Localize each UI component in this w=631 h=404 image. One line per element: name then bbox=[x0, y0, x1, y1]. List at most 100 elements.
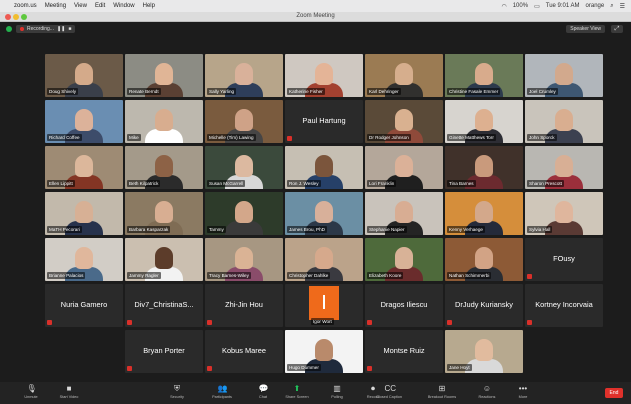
participant-tile[interactable]: Nathan Schimmerbi bbox=[445, 238, 523, 281]
participant-name: Kobus Maree bbox=[222, 346, 266, 355]
participant-name: Jane Hoyt bbox=[447, 364, 472, 371]
participant-face bbox=[75, 109, 93, 131]
participant-tile[interactable]: Div7_ChristinaS... bbox=[125, 284, 203, 327]
muted-microphone-icon bbox=[367, 366, 372, 371]
participants-icon: 👥 bbox=[217, 384, 228, 393]
participant-tile[interactable]: Igor Wort bbox=[285, 284, 363, 327]
participant-name: Montse Ruiz bbox=[383, 346, 425, 355]
participant-face bbox=[155, 201, 173, 223]
menu-item-view[interactable]: View bbox=[74, 3, 87, 9]
end-meeting-button[interactable]: End bbox=[605, 388, 623, 398]
participant-name: Nathan Schimmerbi bbox=[447, 272, 492, 279]
participant-tile[interactable]: Barbara Kasparzak bbox=[125, 192, 203, 235]
participant-tile[interactable]: FOusy bbox=[525, 238, 603, 281]
participant-tile[interactable]: Dr Rodger Johnson bbox=[365, 100, 443, 143]
participant-tile[interactable]: Christine Fasale Emmer bbox=[445, 54, 523, 97]
participant-tile[interactable]: Tracy Barnes-Wiley bbox=[205, 238, 283, 281]
participant-tile[interactable]: Tammy bbox=[205, 192, 283, 235]
participant-name: Susan McGarrell bbox=[207, 180, 246, 187]
polling-button[interactable]: ▥ Polling bbox=[320, 384, 354, 402]
participant-tile[interactable]: Zhi-Jin Hou bbox=[205, 284, 283, 327]
stop-icon[interactable]: ■ bbox=[68, 26, 71, 32]
participant-tile[interactable]: Paul Hartung bbox=[285, 100, 363, 143]
menu-item-edit[interactable]: Edit bbox=[95, 3, 105, 9]
wifi-icon[interactable]: ◠ bbox=[501, 3, 506, 10]
participant-tile[interactable]: Stephanie Napier bbox=[365, 192, 443, 235]
participant-tile[interactable]: DrJudy Kuriansky bbox=[445, 284, 523, 327]
more-icon: ••• bbox=[518, 384, 528, 393]
participant-tile[interactable]: Jammy Ragler bbox=[125, 238, 203, 281]
participant-name: Dragos Iliescu bbox=[380, 300, 428, 309]
participant-tile[interactable]: Mike bbox=[125, 100, 203, 143]
participant-name: Beth Kilpatrick bbox=[127, 180, 161, 187]
participant-tile[interactable]: MaTH Pecorari bbox=[45, 192, 123, 235]
participant-tile[interactable]: Ron J. Wesley bbox=[285, 146, 363, 189]
participant-face bbox=[235, 201, 253, 223]
participant-tile[interactable]: Susan McGarrell bbox=[205, 146, 283, 189]
battery-icon[interactable]: ▭ bbox=[534, 3, 540, 10]
breakout-rooms-button[interactable]: ⊞ Breakout Rooms bbox=[425, 384, 459, 402]
recording-label: Recording... bbox=[27, 26, 54, 32]
participant-tile[interactable]: Karl Dehringer bbox=[365, 54, 443, 97]
participant-tile[interactable]: Christopher Dahlke bbox=[285, 238, 363, 281]
menu-bar: zoom.us Meeting View Edit Window Help ◠ … bbox=[0, 0, 631, 12]
participant-tile[interactable]: Sylvia Hall bbox=[525, 192, 603, 235]
participant-tile[interactable]: Doug Shively bbox=[45, 54, 123, 97]
participant-tile[interactable]: Kortney Incorvaia bbox=[525, 284, 603, 327]
recording-indicator[interactable]: Recording... ❚❚ ■ bbox=[16, 25, 76, 33]
participant-tile[interactable]: Nuria Gamero bbox=[45, 284, 123, 327]
speaker-view-button[interactable]: Speaker View bbox=[566, 25, 605, 33]
participant-name: Nuria Gamero bbox=[60, 300, 108, 309]
chat-button[interactable]: 💬 Chat bbox=[246, 384, 280, 402]
start-video-button[interactable]: ■ Start Video bbox=[52, 384, 86, 402]
participants-button[interactable]: 👥 Participants bbox=[205, 384, 239, 402]
security-button[interactable]: ⛨ Security bbox=[160, 384, 194, 402]
search-icon[interactable]: ⌕ bbox=[610, 3, 613, 10]
clock[interactable]: Tue 9:01 AM bbox=[546, 3, 580, 9]
participant-tile[interactable]: Tina Barnes bbox=[445, 146, 523, 189]
fullscreen-button[interactable]: ⤢ bbox=[611, 25, 623, 33]
participant-tile[interactable]: Sally Yarling bbox=[205, 54, 283, 97]
menu-item-meeting[interactable]: Meeting bbox=[45, 3, 66, 9]
participant-tile[interactable]: Hugo Dummer bbox=[285, 330, 363, 373]
participant-tile[interactable]: John Sporck bbox=[525, 100, 603, 143]
participant-face bbox=[315, 155, 333, 177]
participant-name: Div7_ChristinaS... bbox=[134, 300, 194, 309]
participant-tile[interactable]: Michelle (Tim) Lawing bbox=[205, 100, 283, 143]
toolbar-label: Reactions bbox=[478, 395, 496, 399]
user-name[interactable]: orange bbox=[586, 3, 605, 9]
participant-tile[interactable]: Kobus Maree bbox=[205, 330, 283, 373]
participant-tile[interactable]: James Brou, PhD bbox=[285, 192, 363, 235]
participant-tile[interactable]: Ginette Matthews Torr bbox=[445, 100, 523, 143]
menu-item-help[interactable]: Help bbox=[143, 3, 155, 9]
participant-tile[interactable]: Renate Berndt bbox=[125, 54, 203, 97]
muted-microphone-icon bbox=[207, 320, 212, 325]
participant-name: MaTH Pecorari bbox=[47, 226, 82, 233]
menu-item-window[interactable]: Window bbox=[113, 3, 134, 9]
share-screen-button[interactable]: ⬆ Share Screen bbox=[280, 384, 314, 402]
participant-face bbox=[475, 109, 493, 131]
participant-tile[interactable]: Sharon Prescott bbox=[525, 146, 603, 189]
pause-icon[interactable]: ❚❚ bbox=[57, 26, 65, 32]
participant-tile[interactable]: Kenny Verhaege bbox=[445, 192, 523, 235]
participant-tile[interactable]: Katherine Fisher bbox=[285, 54, 363, 97]
participant-tile[interactable]: Richard Coffee bbox=[45, 100, 123, 143]
participant-tile[interactable]: Montse Ruiz bbox=[365, 330, 443, 373]
closed-caption-button[interactable]: CC Closed Caption bbox=[372, 384, 406, 402]
encryption-shield-icon[interactable] bbox=[6, 26, 12, 32]
participant-tile[interactable]: Ellen Lippitt bbox=[45, 146, 123, 189]
control-center-icon[interactable]: ☰ bbox=[620, 3, 625, 10]
participant-tile[interactable]: Brianne Palacios bbox=[45, 238, 123, 281]
participant-tile[interactable]: Jane Hoyt bbox=[445, 330, 523, 373]
participant-tile[interactable]: Elizabeth Koore bbox=[365, 238, 443, 281]
toolbar-label: Chat bbox=[258, 395, 268, 399]
reactions-button[interactable]: ☺ Reactions bbox=[470, 384, 504, 402]
participant-tile[interactable]: Bryan Porter bbox=[125, 330, 203, 373]
participant-tile[interactable]: Joel Crumley bbox=[525, 54, 603, 97]
participant-tile[interactable]: Lori Franklin bbox=[365, 146, 443, 189]
more-button[interactable]: ••• More bbox=[506, 384, 540, 402]
participant-tile[interactable]: Beth Kilpatrick bbox=[125, 146, 203, 189]
menu-item-app[interactable]: zoom.us bbox=[14, 3, 37, 9]
participant-tile[interactable]: Dragos Iliescu bbox=[365, 284, 443, 327]
unmute-button[interactable]: 🎙 Unmute bbox=[14, 384, 48, 402]
